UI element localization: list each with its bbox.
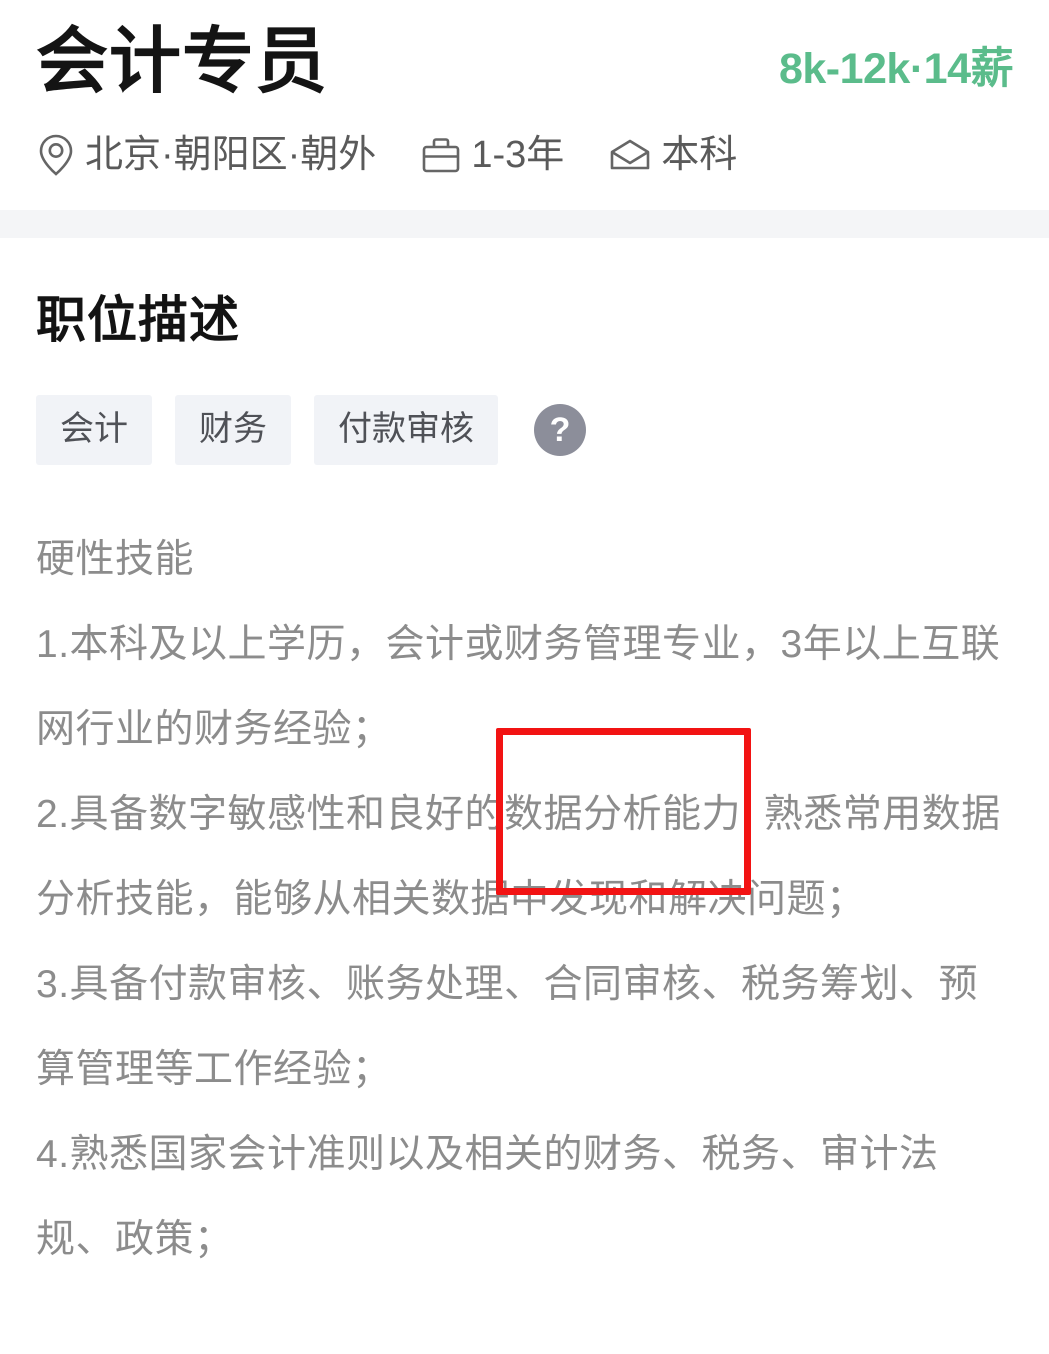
skill-tag[interactable]: 财务: [175, 394, 291, 465]
page-title: 会计专员: [36, 22, 329, 102]
location-pin-icon: [36, 133, 76, 177]
meta-location-label: 北京·朝阳区·朝外: [85, 133, 377, 176]
meta-experience: 1-3年: [420, 135, 564, 175]
desc-item-4: 4.熟悉国家会计准则以及相关的财务、税务、审计法规、政策；: [36, 1132, 939, 1261]
job-description-section: 职位描述 会计 财务 付款审核 ? 硬性技能 1.本科及以上学历，会计或财务管理…: [0, 295, 1049, 1282]
title-row: 会计专员 8k-12k·14薪: [36, 22, 1014, 103]
section-divider: [0, 209, 1049, 238]
desc-heading: 硬性技能: [36, 537, 195, 581]
skill-tag[interactable]: 会计: [36, 394, 152, 465]
help-question-icon[interactable]: ?: [534, 403, 586, 456]
skill-tags-row: 会计 财务 付款审核 ?: [36, 394, 1013, 465]
section-heading: 职位描述: [36, 291, 240, 348]
meta-experience-label: 1-3年: [471, 133, 565, 176]
job-meta-row: 北京·朝阳区·朝外 1-3年 本科: [36, 133, 1013, 177]
job-description-body: 硬性技能 1.本科及以上学历，会计或财务管理专业，3年以上互联网行业的财务经验；…: [36, 517, 1013, 1282]
desc-item-3: 3.具备付款审核、账务处理、合同审核、税务筹划、预算管理等工作经验；: [36, 962, 979, 1091]
desc-item-2-before: 2.具备数字敏感性和良好的: [36, 792, 505, 836]
salary-label: 8k-12k·14薪: [778, 44, 1014, 93]
job-header: 会计专员 8k-12k·14薪 北京·朝阳区·朝外 1-3年 本科: [0, 0, 1049, 177]
briefcase-icon: [420, 135, 462, 175]
desc-item-2: 2.具备数字敏感性和良好的数据分析能力 熟悉常用数据分析技能，能够从相关数据中发…: [36, 727, 1013, 942]
graduation-cap-icon: [608, 135, 652, 175]
meta-education: 本科: [608, 135, 737, 175]
meta-education-label: 本科: [661, 133, 738, 176]
highlighted-keyword: 数据分析能力: [496, 727, 752, 895]
skill-tag[interactable]: 付款审核: [314, 394, 498, 465]
meta-location: 北京·朝阳区·朝外: [36, 133, 376, 177]
desc-item-1: 1.本科及以上学历，会计或财务管理专业，3年以上互联网行业的财务经验；: [36, 622, 1001, 751]
